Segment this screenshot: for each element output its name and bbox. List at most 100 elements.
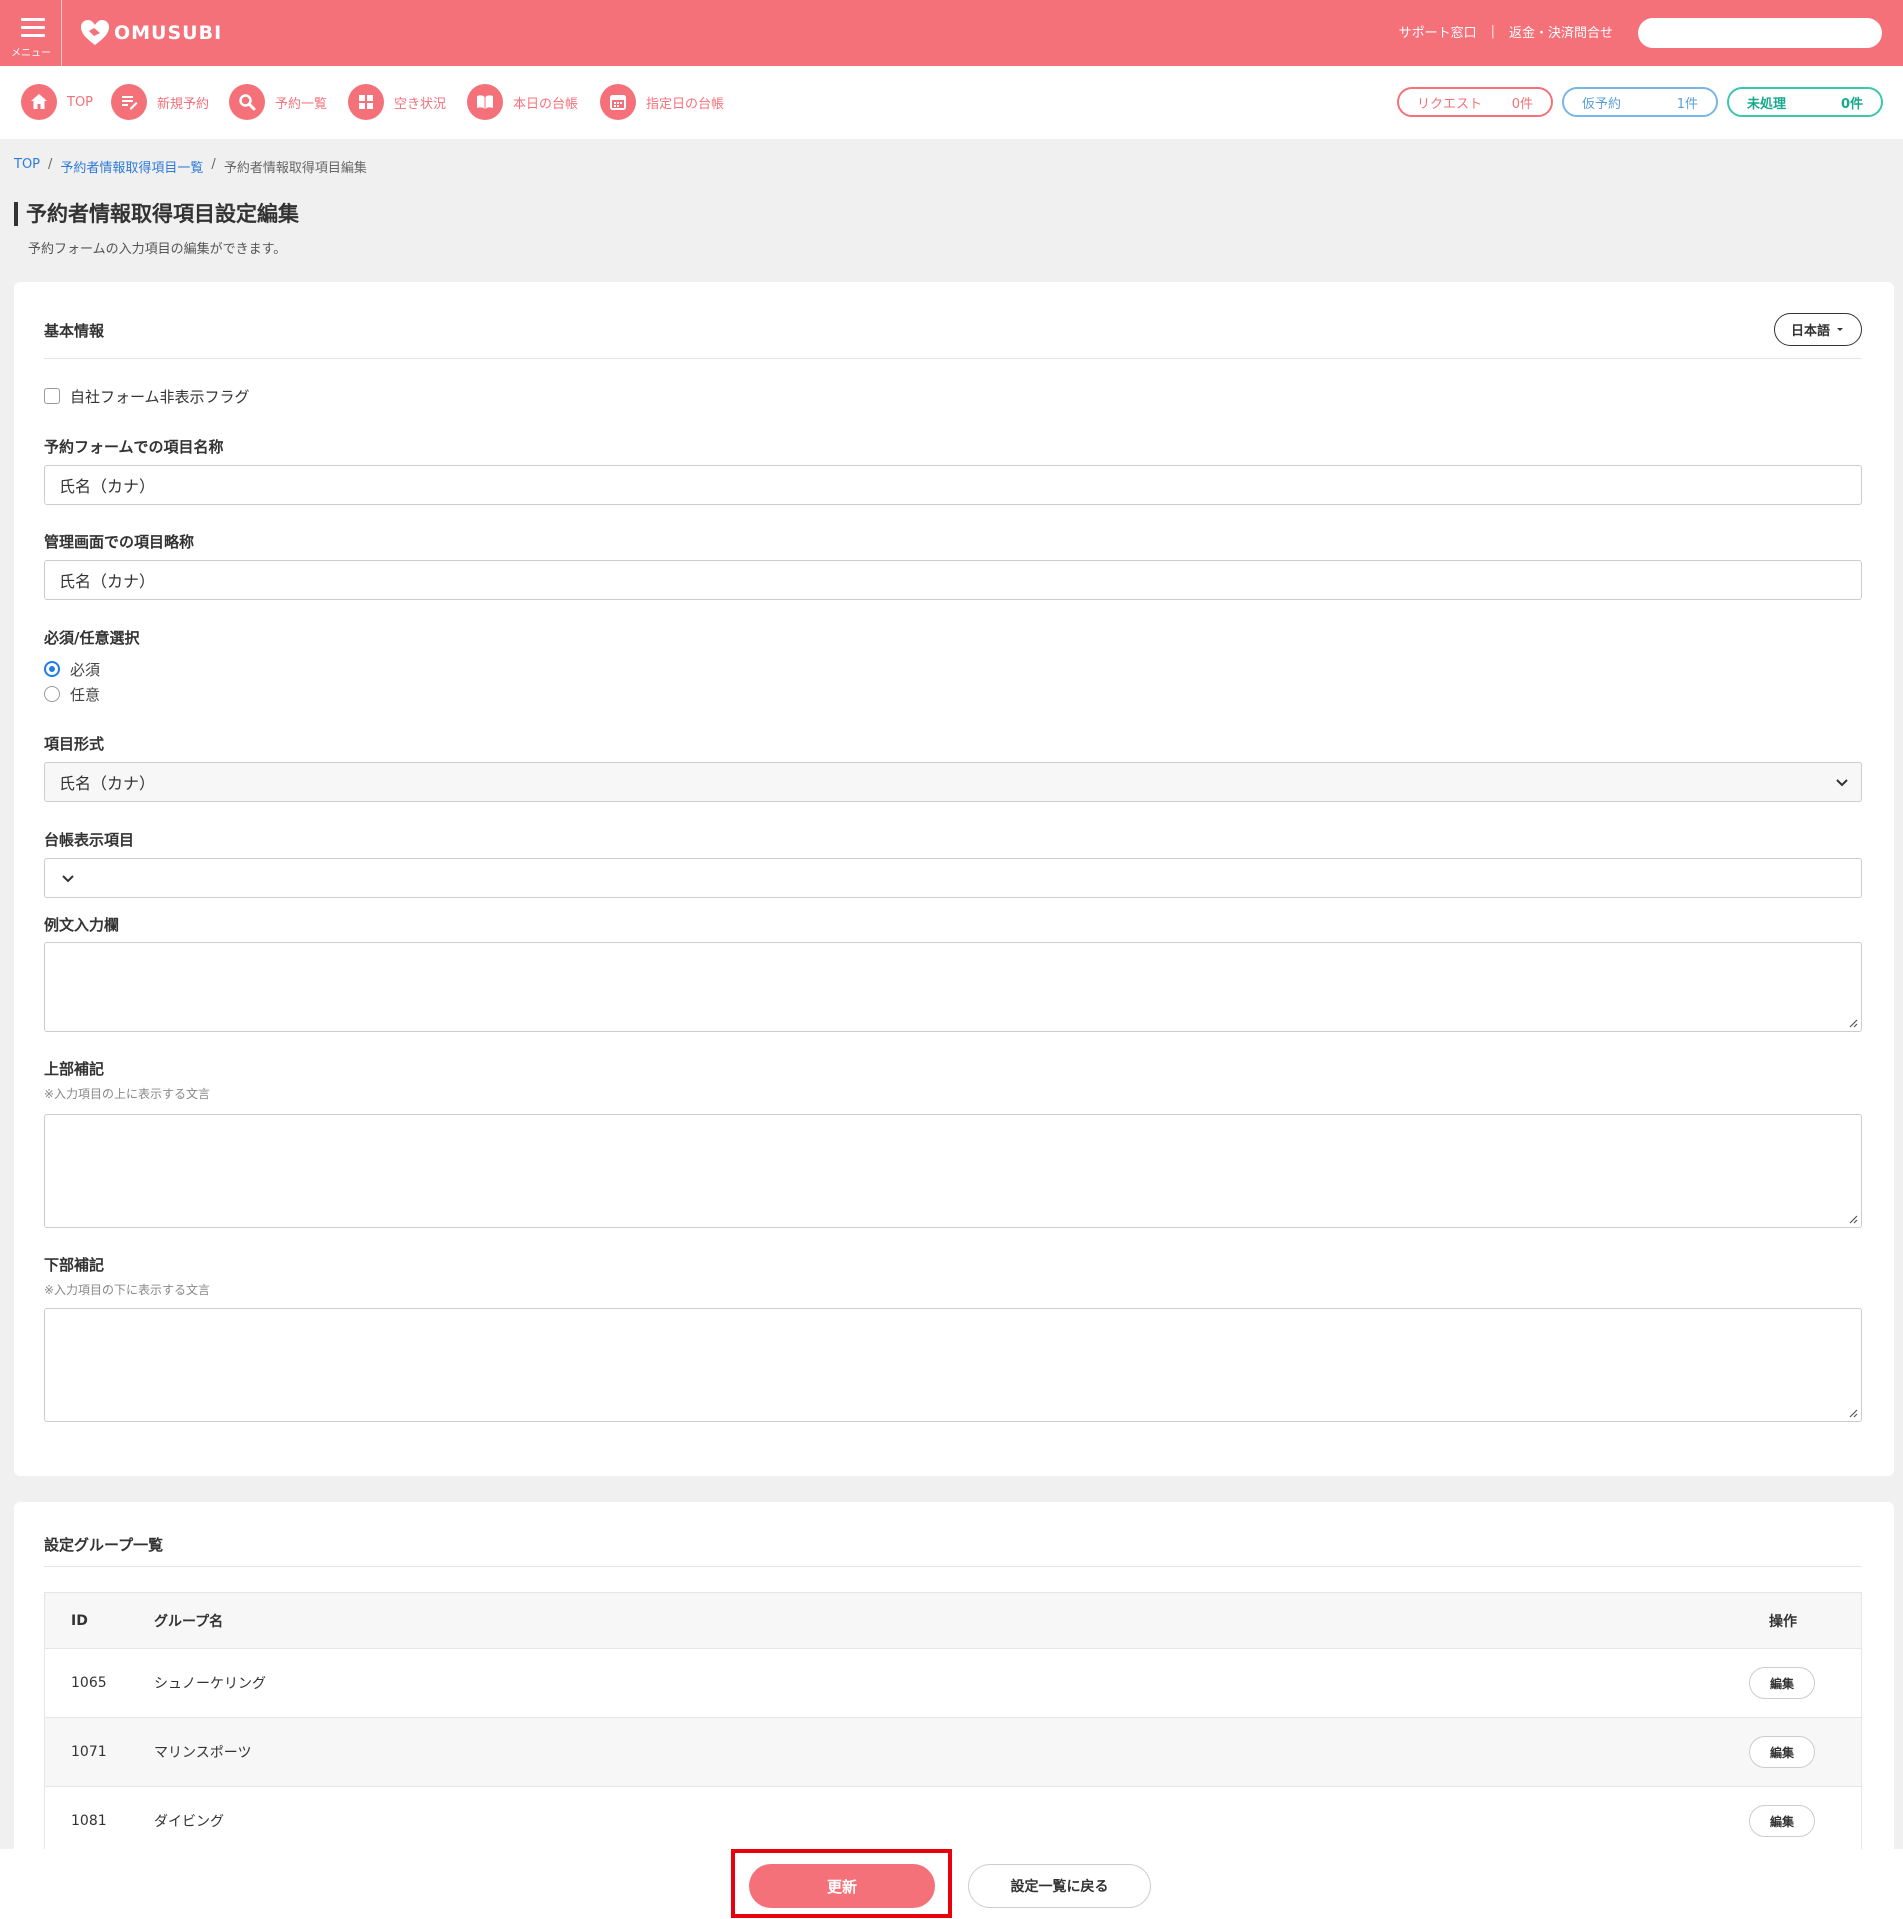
home-icon: [21, 84, 57, 120]
menu-button[interactable]: メニュー: [0, 0, 62, 66]
provisional-counter-button[interactable]: 仮予約 1件: [1562, 87, 1718, 117]
edit-group-button[interactable]: 編集: [1749, 1667, 1815, 1699]
bottom-note-hint: ※入力項目の下に表示する文言: [44, 1283, 211, 1297]
nav-item-new-reservation[interactable]: 新規予約: [111, 84, 209, 120]
nav-label: 空き状況: [394, 96, 447, 112]
admin-item-name-label: 管理画面での項目略称: [44, 533, 195, 551]
ledger-item-select[interactable]: [44, 858, 1862, 898]
unprocessed-counter-button[interactable]: 未処理 0件: [1727, 87, 1883, 117]
admin-item-name-input[interactable]: 氏名（カナ）: [44, 560, 1862, 600]
calendar-icon: [600, 84, 636, 120]
menu-label: メニュー: [11, 48, 51, 59]
request-counter-button[interactable]: リクエスト 0件: [1397, 87, 1553, 117]
hide-flag-checkbox[interactable]: [44, 388, 60, 404]
top-note-textarea[interactable]: [44, 1114, 1862, 1228]
breadcrumb: TOP / 予約者情報取得項目一覧 / 予約者情報取得項目編集: [14, 157, 367, 176]
item-format-label: 項目形式: [44, 735, 105, 753]
breadcrumb-separator: /: [48, 157, 53, 172]
group-name: シュノーケリング: [154, 1676, 266, 1692]
language-label: 日本語: [1790, 324, 1830, 339]
ledger-item-label: 台帳表示項目: [44, 831, 135, 849]
table-row: 1071 マリンスポーツ 編集: [45, 1718, 1861, 1787]
nav-item-date-ledger[interactable]: 指定日の台帳: [600, 84, 724, 120]
column-header-actions: 操作: [1769, 1613, 1797, 1630]
edit-list-icon: [111, 84, 147, 120]
header-search-input[interactable]: [1638, 18, 1882, 48]
bottom-note-label: 下部補記: [44, 1256, 105, 1274]
group-id: 1071: [71, 1744, 107, 1760]
brand-name: OMUSUBI: [114, 22, 223, 44]
group-id: 1065: [71, 1675, 107, 1691]
item-format-select[interactable]: 氏名（カナ）: [44, 762, 1862, 802]
breadcrumb-current: 予約者情報取得項目編集: [223, 161, 367, 176]
column-header-group-name: グループ名: [154, 1613, 224, 1630]
group-name: ダイビング: [154, 1814, 224, 1830]
nav-item-availability[interactable]: 空き状況: [348, 84, 446, 120]
nav-label: 予約一覧: [275, 96, 328, 112]
group-name: マリンスポーツ: [154, 1745, 252, 1761]
nav-item-today-ledger[interactable]: 本日の台帳: [467, 84, 578, 120]
bottom-note-textarea[interactable]: [44, 1308, 1862, 1422]
counter-value: 0件: [1511, 96, 1533, 112]
required-select-label: 必須/任意選択: [44, 629, 140, 647]
breadcrumb-item-list[interactable]: 予約者情報取得項目一覧: [60, 157, 203, 176]
search-icon: [229, 84, 265, 120]
heart-logo-icon: [81, 20, 109, 45]
breadcrumb-separator: /: [211, 157, 216, 172]
nav-label: TOP: [67, 94, 94, 110]
counter-label: 仮予約: [1582, 96, 1622, 112]
top-note-label: 上部補記: [44, 1060, 105, 1078]
resize-grip-icon[interactable]: [1848, 1214, 1858, 1224]
refund-inquiry-link[interactable]: 返金・決済問合せ: [1509, 22, 1613, 41]
header-bar: メニュー OMUSUBI サポート窓口 | 返金・決済問合せ: [0, 0, 1903, 66]
table-row: 1065 シュノーケリング 編集: [45, 1649, 1861, 1718]
optional-radio[interactable]: [44, 686, 60, 702]
form-item-name-label: 予約フォームでの項目名称: [44, 438, 224, 456]
chevron-down-icon: [1836, 779, 1848, 787]
language-dropdown-button[interactable]: 日本語: [1774, 313, 1862, 346]
example-text-label: 例文入力欄: [44, 916, 120, 934]
grid-icon: [348, 84, 384, 120]
section-divider: [44, 1566, 1862, 1567]
top-note-hint: ※入力項目の上に表示する文言: [44, 1087, 211, 1101]
column-header-id: ID: [71, 1612, 88, 1629]
table-row: 1081 ダイビング 編集: [45, 1787, 1861, 1856]
resize-grip-icon[interactable]: [1848, 1018, 1858, 1028]
page-subtitle: 予約フォームの入力項目の編集ができます。: [28, 242, 287, 257]
hamburger-icon: [21, 18, 45, 37]
counter-value: 1件: [1676, 96, 1698, 112]
groups-title: 設定グループ一覧: [44, 1536, 164, 1554]
resize-grip-icon[interactable]: [1848, 1408, 1858, 1418]
section-divider: [44, 358, 1862, 359]
page-title: 予約者情報取得項目設定編集: [14, 202, 299, 226]
nav-label: 新規予約: [157, 96, 210, 112]
nav-item-top[interactable]: TOP: [21, 84, 93, 120]
nav-label: 指定日の台帳: [646, 96, 725, 112]
edit-group-button[interactable]: 編集: [1749, 1736, 1815, 1768]
counter-label: リクエスト: [1417, 96, 1483, 112]
required-radio[interactable]: [44, 661, 60, 677]
nav-item-reservation-list[interactable]: 予約一覧: [229, 84, 327, 120]
update-button[interactable]: 更新: [749, 1864, 935, 1908]
chevron-down-icon: [62, 875, 74, 883]
basic-info-title: 基本情報: [44, 322, 105, 340]
groups-table: ID グループ名 操作 1065 シュノーケリング 編集 1071 マリンスポー…: [44, 1592, 1862, 1857]
link-separator: |: [1490, 24, 1495, 39]
edit-group-button[interactable]: 編集: [1749, 1805, 1815, 1837]
group-id: 1081: [71, 1813, 107, 1829]
form-item-name-input[interactable]: 氏名（カナ）: [44, 465, 1862, 505]
book-icon: [467, 84, 503, 120]
item-format-value: 氏名（カナ）: [59, 774, 156, 793]
optional-radio-label: 任意: [70, 686, 101, 704]
breadcrumb-top[interactable]: TOP: [14, 157, 40, 176]
nav-label: 本日の台帳: [513, 96, 579, 112]
back-to-list-button[interactable]: 設定一覧に戻る: [968, 1864, 1151, 1908]
caret-down-icon: [1837, 327, 1843, 331]
counter-label: 未処理: [1747, 96, 1787, 112]
hide-flag-label: 自社フォーム非表示フラグ: [70, 388, 250, 406]
brand-logo[interactable]: OMUSUBI: [80, 18, 222, 48]
counter-value: 0件: [1840, 96, 1863, 112]
support-link[interactable]: サポート窓口: [1399, 22, 1477, 41]
example-text-textarea[interactable]: [44, 942, 1862, 1032]
table-header-row: ID グループ名 操作: [45, 1593, 1861, 1649]
